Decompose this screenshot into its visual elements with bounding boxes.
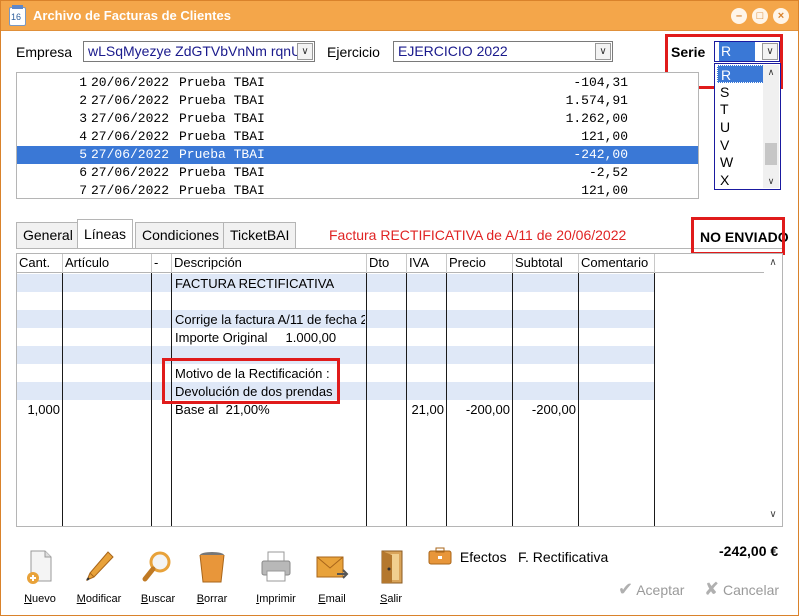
chevron-down-icon[interactable]: ∨ — [297, 43, 313, 60]
invoice-total: -242,00 € — [719, 543, 779, 559]
invoice-row[interactable]: 1 20/06/2022 Prueba TBAI -104,31 — [17, 74, 698, 92]
new-document-icon — [23, 549, 57, 585]
close-icon[interactable]: × — [773, 8, 789, 24]
line-precio[interactable]: -200,00 — [447, 401, 510, 419]
email-button[interactable]: Email — [307, 549, 357, 605]
grid-column-line — [406, 273, 407, 526]
magnifier-icon — [141, 549, 175, 585]
col-comentario[interactable]: Comentario — [579, 254, 655, 273]
envelope-icon — [315, 549, 349, 585]
serie-option[interactable]: X — [717, 171, 764, 189]
rectificativa-button[interactable]: F. Rectificativa — [518, 549, 608, 565]
printer-icon — [259, 549, 293, 585]
empresa-combo[interactable]: wLSqMyezye ZdGTVbVnNm rqnU4l ∨ — [83, 41, 315, 62]
check-icon: ✔ — [618, 579, 634, 599]
invoice-row[interactable]: 3 27/06/2022 Prueba TBAI 1.262,00 — [17, 110, 698, 128]
serie-option[interactable]: U — [717, 118, 764, 136]
calendar-icon: 16 — [9, 5, 26, 26]
tab-ticketbai[interactable]: TicketBAI — [223, 222, 297, 248]
door-icon — [374, 549, 408, 585]
motivo-highlight — [162, 358, 340, 404]
col-articulo[interactable]: Artículo — [63, 254, 152, 273]
modificar-button[interactable]: Modificar — [74, 549, 124, 605]
invoice-row[interactable]: 6 27/06/2022 Prueba TBAI -2,52 — [17, 164, 698, 182]
grid-column-line — [366, 273, 367, 526]
tab-divider — [16, 248, 783, 249]
minimize-icon[interactable]: – — [731, 8, 747, 24]
serie-dropdown[interactable]: R S T U V W X ∧ ∨ — [714, 63, 781, 190]
salir-button[interactable]: Salir — [366, 549, 416, 605]
ejercicio-label: Ejercicio — [327, 44, 380, 60]
serie-option[interactable]: W — [717, 153, 764, 171]
empresa-label: Empresa — [16, 44, 73, 60]
line-description[interactable]: Corrige la factura A/11 de fecha 20/ — [175, 311, 365, 329]
scroll-thumb[interactable] — [765, 143, 777, 165]
col-dto[interactable]: Dto — [367, 254, 407, 273]
grid-column-line — [151, 273, 152, 526]
col-cant[interactable]: Cant. — [17, 254, 63, 273]
rectificativa-info: Factura RECTIFICATIVA de A/11 de 20/06/2… — [329, 227, 627, 243]
tab-condiciones[interactable]: Condiciones — [135, 222, 227, 248]
invoice-window: 16 Archivo de Facturas de Clientes – □ ×… — [0, 0, 799, 616]
maximize-icon[interactable]: □ — [752, 8, 768, 24]
ejercicio-combo[interactable]: EJERCICIO 2022 ∨ — [393, 41, 613, 62]
row-stripe — [17, 274, 655, 292]
grid-scrollbar[interactable]: ∧ ∨ — [764, 254, 782, 526]
line-description[interactable]: Importe Original 1.000,00 — [175, 329, 336, 347]
briefcase-icon — [428, 547, 452, 565]
line-cantidad[interactable]: 1,000 — [17, 401, 60, 419]
pen-icon — [82, 549, 116, 585]
line-iva[interactable]: 21,00 — [407, 401, 444, 419]
grid-column-line — [654, 273, 655, 526]
chevron-down-icon[interactable]: ∨ — [763, 174, 779, 188]
chevron-up-icon[interactable]: ∧ — [763, 65, 779, 79]
col-precio[interactable]: Precio — [447, 254, 513, 273]
serie-option[interactable]: R — [717, 65, 764, 83]
serie-option[interactable]: V — [717, 136, 764, 154]
chevron-down-icon[interactable]: ∨ — [766, 509, 780, 523]
buscar-button[interactable]: Buscar — [133, 549, 183, 605]
chevron-up-icon[interactable]: ∧ — [766, 257, 780, 271]
title-bar[interactable]: 16 Archivo de Facturas de Clientes – □ × — [1, 1, 798, 31]
lines-grid[interactable]: Cant. Artículo - Descripción Dto IVA Pre… — [16, 253, 783, 527]
dropdown-scrollbar[interactable]: ∧ ∨ — [763, 65, 779, 188]
col-dash[interactable]: - — [152, 254, 172, 273]
serie-option[interactable]: T — [717, 100, 764, 118]
serie-option[interactable]: S — [717, 83, 764, 101]
line-description[interactable]: FACTURA RECTIFICATIVA — [175, 275, 334, 293]
grid-column-line — [512, 273, 513, 526]
invoice-list[interactable]: 1 20/06/2022 Prueba TBAI -104,31 2 27/06/202… — [16, 72, 699, 199]
borrar-button[interactable]: Borrar — [187, 549, 237, 605]
grid-header: Cant. Artículo - Descripción Dto IVA Pre… — [17, 254, 764, 273]
aceptar-button[interactable]: ✔ Aceptar — [618, 579, 684, 600]
cancel-icon: ✘ — [704, 579, 720, 599]
ejercicio-value: EJERCICIO 2022 — [398, 43, 508, 59]
col-descripcion[interactable]: Descripción — [172, 254, 367, 273]
nuevo-button[interactable]: Nuevo — [15, 549, 65, 605]
line-subtotal[interactable]: -200,00 — [513, 401, 576, 419]
invoice-row-selected[interactable]: 5 27/06/2022 Prueba TBAI -242,00 — [17, 146, 698, 164]
efectos-button[interactable]: Efectos — [428, 547, 507, 565]
invoice-row[interactable]: 4 27/06/2022 Prueba TBAI 121,00 — [17, 128, 698, 146]
cancelar-button[interactable]: ✘ Cancelar — [704, 579, 779, 600]
invoice-row[interactable]: 2 27/06/2022 Prueba TBAI 1.574,91 — [17, 92, 698, 110]
grid-column-line — [578, 273, 579, 526]
grid-column-line — [446, 273, 447, 526]
col-subtotal[interactable]: Subtotal — [513, 254, 579, 273]
status-highlight — [691, 217, 785, 255]
chevron-down-icon[interactable]: ∨ — [595, 43, 611, 60]
grid-column-line — [62, 273, 63, 526]
tab-lineas[interactable]: Líneas — [77, 219, 134, 249]
empresa-value: wLSqMyezye ZdGTVbVnNm rqnU4l — [88, 43, 313, 59]
invoice-row[interactable]: 7 27/06/2022 Prueba TBAI 121,00 — [17, 182, 698, 200]
tab-general[interactable]: General — [16, 222, 80, 248]
col-iva[interactable]: IVA — [407, 254, 447, 273]
trash-icon — [195, 549, 229, 585]
imprimir-button[interactable]: Imprimir — [251, 549, 301, 605]
window-title: Archivo de Facturas de Clientes — [33, 8, 231, 23]
